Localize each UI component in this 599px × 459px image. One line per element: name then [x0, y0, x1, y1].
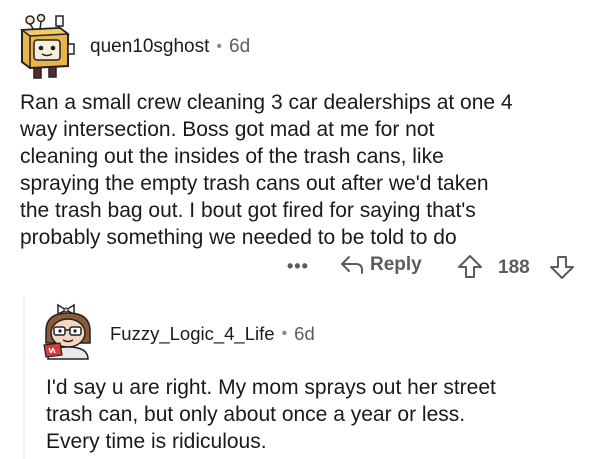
comment-meta: Fuzzy_Logic_4_Life • 6d: [110, 323, 315, 345]
comment-body: I'd say u are right. My mom sprays out h…: [46, 374, 591, 455]
comment-age: 6d: [229, 36, 251, 57]
snoo-avatar-icon: [43, 303, 91, 360]
meta-separator: •: [281, 325, 288, 342]
username[interactable]: quen10sghost: [90, 36, 209, 58]
comment-age: 6d: [294, 323, 315, 344]
thread-line[interactable]: [23, 296, 25, 459]
comment-body-line: spraying the empty trash cans out after …: [20, 172, 489, 195]
user-avatar[interactable]: [40, 301, 96, 361]
downvote-arrow-icon: [550, 256, 574, 279]
comment-body-line: I'd say u are right. My mom sprays out h…: [46, 376, 496, 399]
robot-avatar-icon: [19, 14, 75, 79]
user-avatar[interactable]: [16, 14, 76, 80]
comment-body-line: probably something we needed to be told …: [20, 226, 457, 249]
reply-button[interactable]: Reply: [340, 254, 422, 276]
comment-meta: quen10sghost • 6d: [90, 36, 250, 58]
comment-body-line: Every time is ridiculous.: [46, 430, 267, 453]
comment-quen10sghost: quen10sghost • 6d Ran a small crew clean…: [0, 0, 599, 290]
comment-body-line: Ran a small crew cleaning 3 car dealersh…: [20, 91, 513, 114]
upvote-button[interactable]: [457, 254, 483, 285]
reply-arrow-icon: [341, 256, 363, 274]
comment-actions: ••• Reply 188: [0, 252, 599, 284]
username[interactable]: Fuzzy_Logic_4_Life: [110, 323, 275, 345]
comment-body-line: trash can, but only about once a year or…: [46, 403, 466, 426]
comment-body: Ran a small crew cleaning 3 car dealersh…: [20, 89, 595, 251]
vote-score: 188: [498, 257, 530, 278]
comment-body-line: cleaning out the insides of the trash ca…: [20, 145, 444, 168]
downvote-button[interactable]: [549, 254, 575, 285]
more-options-icon[interactable]: •••: [287, 256, 309, 277]
comment-body-line: way intersection. Boss got mad at me for…: [20, 118, 435, 141]
comment-body-line: the trash bag out. I bout got fired for …: [20, 199, 476, 222]
meta-separator: •: [216, 38, 222, 55]
reply-label: Reply: [370, 254, 422, 275]
upvote-arrow-icon: [458, 255, 482, 278]
